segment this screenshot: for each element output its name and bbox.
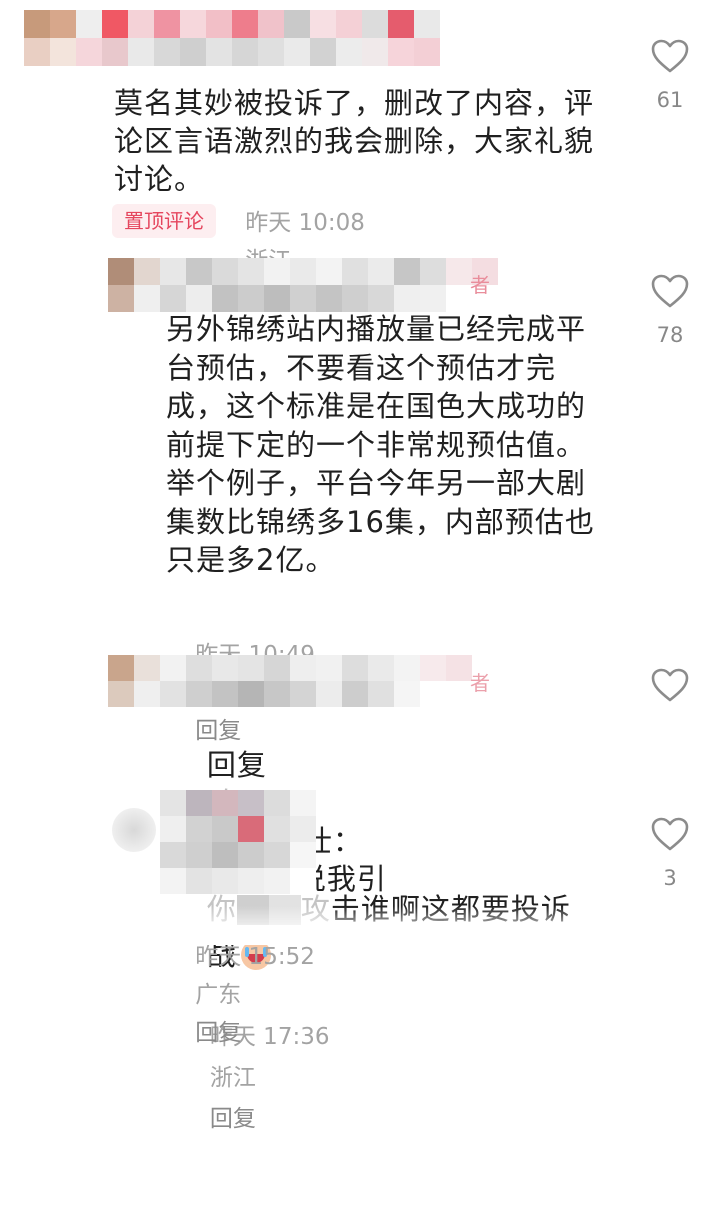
comment-location: 广东 bbox=[195, 982, 242, 1008]
comment-4: 你攻击谁啊这都要投诉 昨天 15:52 广东 回复 3 bbox=[0, 0, 720, 1046]
like-button[interactable]: 3 bbox=[640, 816, 700, 890]
heart-outline-icon bbox=[651, 817, 689, 851]
bottom-fade bbox=[0, 906, 720, 945]
like-count: 3 bbox=[663, 866, 677, 890]
reply-button[interactable]: 回复 bbox=[210, 1106, 256, 1132]
comment-time: 昨天 15:52 bbox=[195, 944, 315, 970]
author-avatar-blurred bbox=[112, 808, 156, 852]
reply-button[interactable]: 回复 bbox=[195, 1020, 241, 1046]
